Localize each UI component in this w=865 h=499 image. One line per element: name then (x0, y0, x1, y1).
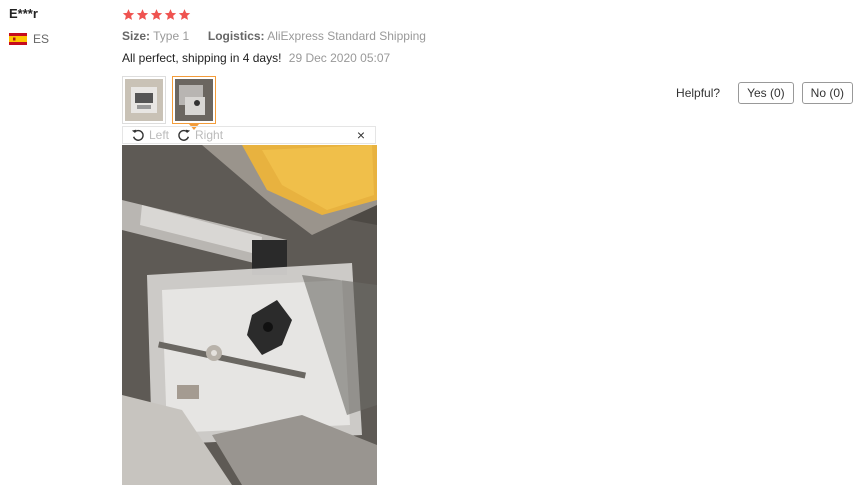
review-date: 29 Dec 2020 05:07 (288, 51, 391, 65)
star-rating (122, 8, 852, 21)
review-photo[interactable] (122, 145, 377, 485)
thumbnail-2-selected[interactable] (172, 76, 216, 130)
review-text-line: All perfect, shipping in 4 days! 29 Dec … (122, 51, 852, 65)
star-icon (178, 8, 191, 21)
rotate-left-label: Left (149, 128, 170, 142)
helpful-label: Helpful? (676, 86, 721, 100)
rotate-right-label: Right (195, 128, 224, 142)
star-icon (164, 8, 177, 21)
spain-flag-icon (9, 33, 27, 45)
image-viewer-toolbar: Left Right × (122, 126, 376, 144)
rotate-right-button[interactable]: Right (177, 128, 223, 142)
rotate-left-button[interactable]: Left (131, 128, 169, 142)
helpful-no-button[interactable]: No (0) (801, 82, 853, 104)
review-attributes: Size: Type 1 Logistics: AliExpress Stand… (122, 29, 852, 43)
reviewer-info: E***r ES (9, 6, 49, 46)
rotate-right-icon (178, 129, 191, 141)
star-icon (122, 8, 135, 21)
size-label: Size: (122, 29, 151, 43)
size-value: Type 1 (153, 29, 190, 43)
reviewer-country: ES (9, 32, 49, 46)
reviewer-name: E***r (9, 6, 38, 21)
close-viewer-icon[interactable]: × (357, 128, 365, 142)
review-text: All perfect, shipping in 4 days! (122, 51, 282, 65)
photo-thumbnails (122, 76, 216, 130)
thumbnail-1[interactable] (122, 76, 166, 124)
logistics-value: AliExpress Standard Shipping (267, 29, 426, 43)
country-code: ES (33, 32, 50, 46)
logistics-label: Logistics: (207, 29, 265, 43)
star-icon (150, 8, 163, 21)
helpful-section: Helpful? Yes (0) No (0) (676, 82, 853, 104)
helpful-yes-button[interactable]: Yes (0) (738, 82, 794, 104)
thumbnail-image (175, 79, 213, 121)
rotate-left-icon (131, 129, 144, 141)
star-icon (136, 8, 149, 21)
thumbnail-image (125, 79, 163, 121)
review-content: Size: Type 1 Logistics: AliExpress Stand… (122, 8, 852, 65)
